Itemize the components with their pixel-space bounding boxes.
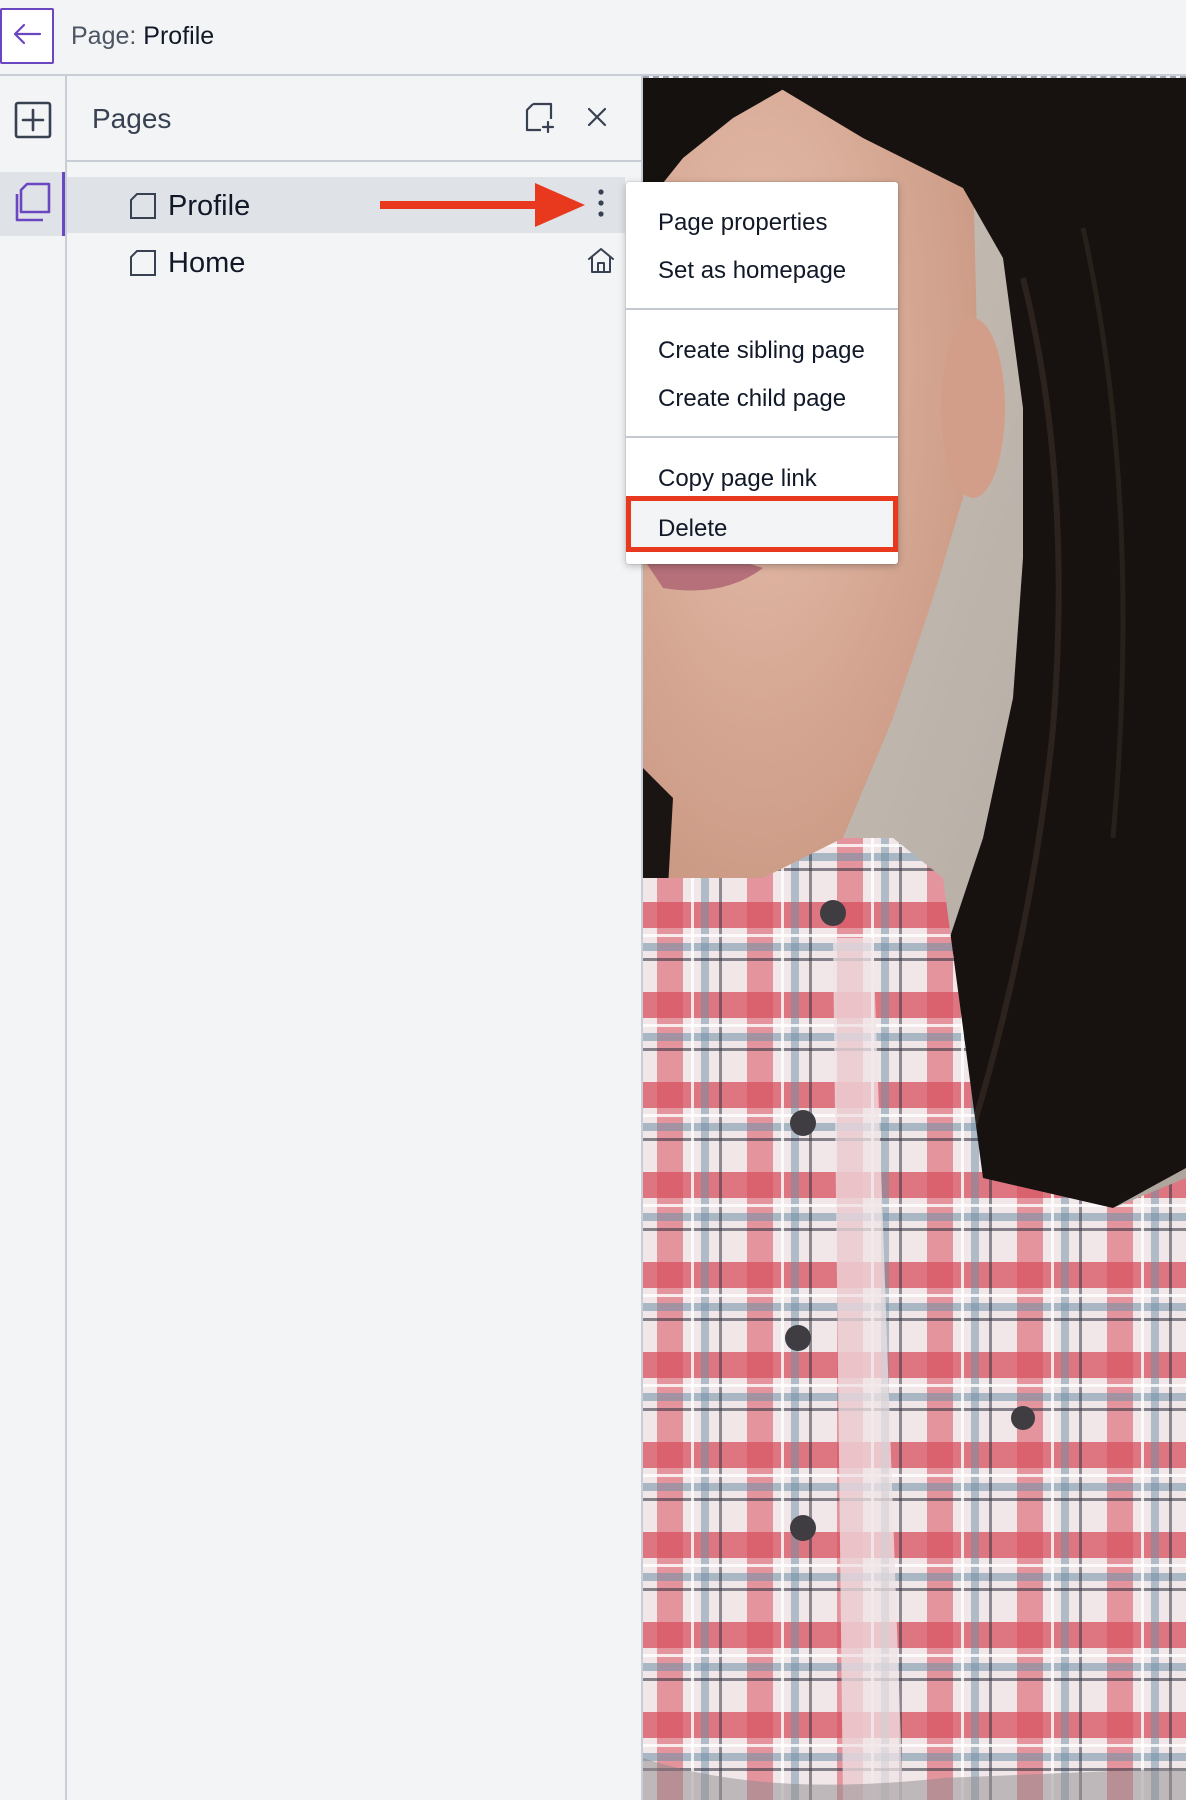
menu-item-set-as-homepage[interactable]: Set as homepage [626,247,898,295]
page-row-label: Home [168,247,246,279]
page-row-label: Profile [168,190,251,222]
homepage-indicator [581,240,621,284]
close-panel-button[interactable] [577,99,617,139]
home-icon [586,246,616,279]
add-page-button[interactable] [520,99,560,139]
current-page-name: Profile [143,22,215,50]
more-vertical-icon [597,188,605,223]
arrow-left-icon [12,22,42,51]
panel-title: Pages [92,103,172,134]
page-context-menu: Page properties Set as homepage Create s… [626,182,898,564]
page-label-prefix: Page: [71,22,137,50]
menu-item-delete[interactable]: Delete [626,496,898,552]
close-icon [587,107,607,132]
annotation-arrow [380,183,585,227]
menu-divider [626,308,898,310]
menu-divider [626,436,898,438]
menu-item-create-sibling-page[interactable]: Create sibling page [626,327,898,375]
page-icon [129,249,157,277]
page-row-home[interactable]: Home [67,234,625,290]
left-rail [0,76,67,1800]
page-breadcrumb: Page: Profile [71,21,214,51]
pages-panel-header: Pages [67,76,641,162]
pages-panel: Pages Profile Home [67,76,643,1800]
add-element-button[interactable] [0,89,65,155]
plus-square-icon [14,101,52,144]
page-icon [129,192,157,220]
pages-rail-button[interactable] [0,172,65,236]
top-bar: Page: Profile [0,0,1186,76]
add-page-icon [524,101,556,138]
menu-item-create-child-page[interactable]: Create child page [626,375,898,423]
back-button[interactable] [0,8,54,64]
menu-item-page-properties[interactable]: Page properties [626,199,898,247]
pages-stack-icon [9,180,53,229]
